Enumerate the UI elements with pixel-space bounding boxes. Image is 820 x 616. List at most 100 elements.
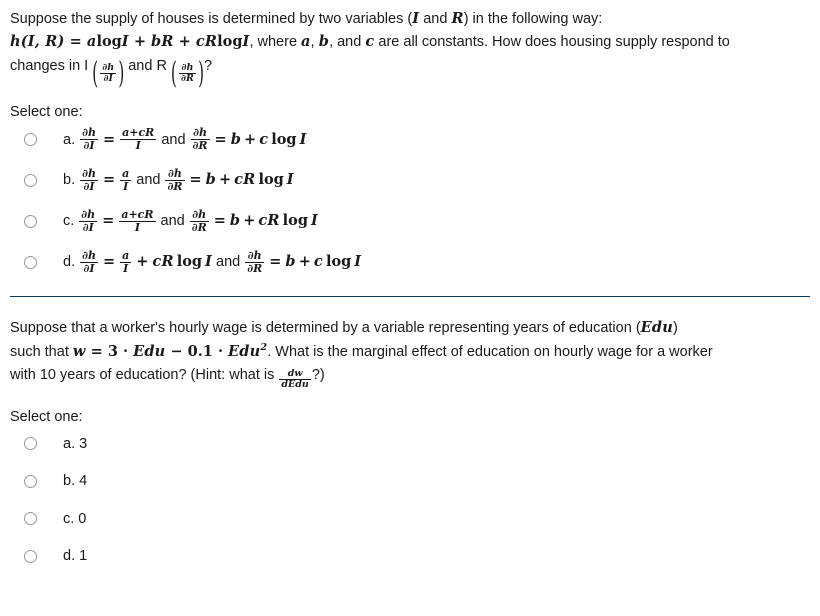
math-var-I: I xyxy=(354,252,362,270)
fraction-rhs: aI xyxy=(120,168,132,193)
answer-option-2c[interactable]: c. 0 xyxy=(10,508,810,530)
math-coefficient: cR xyxy=(152,252,174,270)
radio-button-1d[interactable] xyxy=(24,255,37,269)
conjunction-and: and xyxy=(216,253,241,270)
radio-button-2a[interactable] xyxy=(24,437,37,451)
stem-text: , and xyxy=(329,34,366,51)
answer-label-1d: d. ∂h∂I = aI + cR log I and ∂h∂R = b + xyxy=(63,248,362,275)
math-coefficient: c xyxy=(313,252,323,270)
fraction-denominator: ∂I xyxy=(80,261,98,275)
math-plus: + xyxy=(136,252,149,270)
question-2-stem-line-3: with 10 years of education? (Hint: what … xyxy=(10,364,810,390)
stem-text: and xyxy=(419,11,452,27)
answer-option-1d[interactable]: d. ∂h∂I = aI + cR log I and ∂h∂R = b + xyxy=(10,248,810,275)
math-log: log xyxy=(271,130,297,148)
radio-button-1b[interactable] xyxy=(24,174,37,188)
quiz-page: Suppose the supply of houses is determin… xyxy=(0,0,820,567)
fraction-numerator: ∂h xyxy=(102,61,115,73)
fraction-denominator: I xyxy=(119,220,156,234)
fraction-partial-h-partial-R: ∂h∂R xyxy=(178,61,196,85)
radio-button-1c[interactable] xyxy=(24,214,37,228)
stem-text: Suppose that a worker's hourly wage is d… xyxy=(10,320,641,337)
question-1-stem-line-3: changes in I ∂h∂I and R ∂h∂R? xyxy=(10,55,810,85)
math-number: 3 xyxy=(107,342,118,360)
fraction-denominator: I xyxy=(120,180,132,193)
fraction-partial-h-partial-I: ∂h∂I xyxy=(80,168,98,193)
fraction-denominator: ∂R xyxy=(178,72,196,84)
math-var-I: I xyxy=(311,212,318,230)
math-plus: + xyxy=(244,130,257,148)
math-log: log xyxy=(176,252,203,270)
radio-button-1a[interactable] xyxy=(24,133,37,147)
question-2-stem-line-1: Suppose that a worker's hourly wage is d… xyxy=(10,317,810,339)
conjunction-and: and xyxy=(160,213,185,230)
fraction-partial-h-partial-R: ∂h∂R xyxy=(190,127,210,152)
question-2-stem-line-2: such that w = 3 · Edu − 0.1 · Edu2. What… xyxy=(10,341,810,363)
question-1-stem-line-1: Suppose the supply of houses is determin… xyxy=(10,8,810,30)
fraction-numerator: dw xyxy=(287,367,303,379)
stem-text: , xyxy=(310,34,319,51)
math-var-w: w xyxy=(72,342,86,360)
math-equals: = xyxy=(102,130,116,148)
stem-text: ?) xyxy=(311,367,325,384)
math-log: log xyxy=(217,33,243,51)
question-1-answers: a. ∂h ∂I = a+cR I and ∂h ∂R = b + c log I xyxy=(10,127,810,274)
fraction-denominator: dEdu xyxy=(279,378,311,390)
math-log: log xyxy=(96,33,122,51)
fraction-denominator: ∂R xyxy=(165,180,185,194)
math-term-bR: bR xyxy=(151,33,174,51)
fraction-numerator: ∂h xyxy=(82,248,96,262)
fraction-denominator: ∂R xyxy=(245,261,265,275)
math-minus: − xyxy=(165,342,188,360)
math-plus: + xyxy=(128,33,152,51)
stem-text: with 10 years of education? (Hint: what … xyxy=(10,367,279,384)
question-1-stem-line-2: h(I, R) = alogI + bR + cRlogI, where a, … xyxy=(10,31,810,53)
answer-label-1a: a. ∂h ∂I = a+cR I and ∂h ∂R = b + c log I xyxy=(63,127,307,152)
question-divider xyxy=(10,296,810,298)
answer-option-2d[interactable]: d. 1 xyxy=(10,545,810,567)
answer-value: 3 xyxy=(79,435,88,452)
math-plus: + xyxy=(243,212,256,230)
answer-option-1c[interactable]: c. ∂h ∂I = a+cR I and ∂h ∂R = b + cR log I xyxy=(10,209,810,234)
answer-label-1b: b. ∂h ∂I = aI and ∂h ∂R = b + cR log I xyxy=(63,168,294,193)
answer-label-2d: d. 1 xyxy=(63,545,87,567)
answer-letter: a. xyxy=(63,435,76,452)
math-var-Edu: Edu xyxy=(133,342,166,360)
math-var-I: I xyxy=(121,33,129,51)
stem-text: ? xyxy=(203,57,213,74)
math-log: log xyxy=(282,212,308,230)
fraction-denominator: I xyxy=(120,261,132,275)
math-plus: + xyxy=(298,252,311,270)
math-coefficient: cR xyxy=(258,212,280,230)
question-1-select-one-label: Select one: xyxy=(10,103,83,120)
conjunction-and: and xyxy=(136,172,161,189)
stem-text: such that xyxy=(10,343,73,360)
radio-button-2b[interactable] xyxy=(24,474,37,488)
fraction-numerator: ∂h xyxy=(181,61,194,73)
radio-button-2c[interactable] xyxy=(24,512,37,526)
answer-value: 1 xyxy=(79,548,88,564)
partial-h-partial-R-group: ∂h∂R xyxy=(171,62,204,84)
answer-option-1b[interactable]: b. ∂h ∂I = aI and ∂h ∂R = b + cR log I xyxy=(10,168,810,193)
answer-option-2a[interactable]: a. 3 xyxy=(10,433,810,455)
math-const-a: a xyxy=(86,33,97,51)
conjunction-and: and xyxy=(161,131,186,148)
fraction-denominator: ∂I xyxy=(79,220,98,234)
answer-option-2b[interactable]: b. 4 xyxy=(10,470,810,492)
math-const-b: b xyxy=(205,171,216,189)
math-plus: + xyxy=(219,171,232,189)
answer-option-1a[interactable]: a. ∂h ∂I = a+cR I and ∂h ∂R = b + c log I xyxy=(10,127,810,152)
math-var-I: I xyxy=(205,252,213,270)
fraction-numerator: ∂h xyxy=(82,167,96,181)
math-equals: = xyxy=(102,171,116,189)
answer-letter: d. xyxy=(63,548,76,564)
fraction-numerator: ∂h xyxy=(81,207,96,221)
answer-value: 4 xyxy=(79,473,88,490)
math-equals: = xyxy=(214,130,227,148)
radio-button-2d[interactable] xyxy=(24,549,37,563)
question-2: Suppose that a worker's hourly wage is d… xyxy=(10,317,810,567)
math-const-b: b xyxy=(229,212,241,230)
fraction-numerator: a xyxy=(122,248,130,262)
math-coefficient: cR xyxy=(234,171,256,189)
answer-label-2b: b. 4 xyxy=(63,470,87,492)
